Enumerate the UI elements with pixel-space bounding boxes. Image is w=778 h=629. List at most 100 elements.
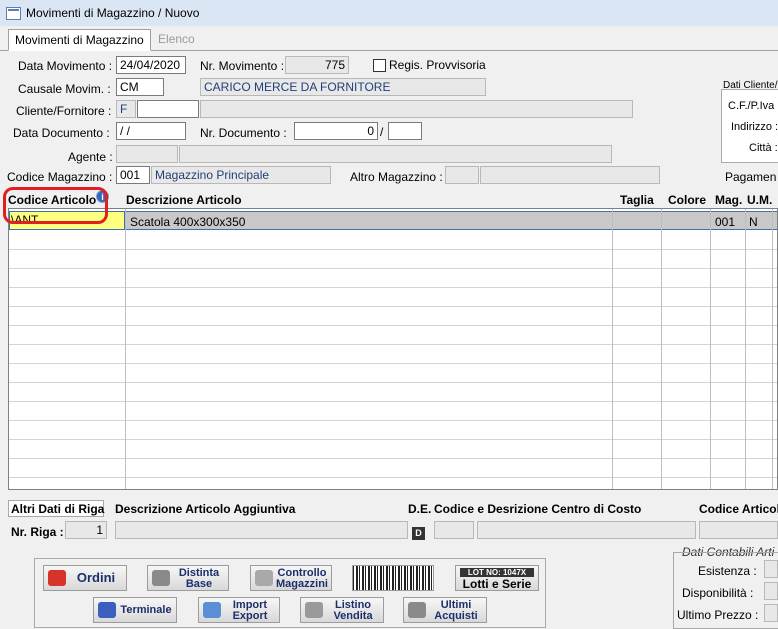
nr-movimento-label: Nr. Movimento : <box>200 59 285 73</box>
altro-magazzino-desc-field <box>480 166 660 184</box>
d-button[interactable]: D <box>412 527 425 540</box>
cliente-type-field[interactable]: F <box>116 100 136 118</box>
agente-label: Agente : <box>68 150 113 164</box>
agente-code-field[interactable] <box>116 145 178 163</box>
highlight-annotation <box>3 187 108 224</box>
barcode-button[interactable] <box>352 565 434 591</box>
controllo-magazzini-button[interactable]: Controllo Magazzini <box>250 565 332 591</box>
pagamento-label: Pagamen <box>725 170 777 184</box>
centro-costo-desc-field <box>477 521 696 539</box>
col-divider <box>745 209 746 489</box>
cell-mag[interactable]: 001 <box>715 215 735 229</box>
ultimi-acquisti-button[interactable]: Ultimi Acquisti <box>403 597 487 623</box>
magazzino-desc-field: Magazzino Principale <box>151 166 331 184</box>
cell-descrizione[interactable]: Scatola 400x300x350 <box>130 215 245 229</box>
controllo-label: Controllo Magazzini <box>275 568 329 590</box>
gears-icon <box>152 570 170 586</box>
ultimi-label: Ultimi Acquisti <box>428 600 484 622</box>
nr-riga-field: 1 <box>65 521 107 539</box>
lotti-label: Lotti e Serie <box>462 577 532 591</box>
col-divider <box>772 209 773 489</box>
nr-riga-label: Nr. Riga : <box>11 525 64 539</box>
col-header-descrizione[interactable]: Descrizione Articolo <box>126 193 242 207</box>
codice-magazzino-field[interactable]: 001 <box>116 166 150 184</box>
regis-provvisoria-checkbox[interactable] <box>373 59 386 72</box>
listino-label: Listino Vendita <box>325 600 381 622</box>
ultimo-prezzo-label: Ultimo Prezzo : <box>677 608 759 622</box>
ultimo-prezzo-field <box>764 604 778 622</box>
col-divider <box>661 209 662 489</box>
listino-vendita-button[interactable]: Listino Vendita <box>300 597 384 623</box>
col-header-um[interactable]: U.M. <box>747 193 772 207</box>
tab-movimenti[interactable]: Movimenti di Magazzino <box>8 29 151 51</box>
de-label: D.E. <box>408 502 432 516</box>
esistenza-field <box>764 560 778 578</box>
indirizzo-label: Indirizzo : <box>731 121 778 133</box>
causale-label: Causale Movim. : <box>18 82 111 96</box>
col-header-mag[interactable]: Mag. <box>715 193 742 207</box>
distinta-base-label: Distinta Base <box>172 568 226 590</box>
agente-name-field <box>179 145 612 163</box>
terminal-icon <box>98 602 116 618</box>
disponibilita-field <box>764 582 778 600</box>
cliente-code-field[interactable] <box>137 100 199 118</box>
lot-tag: LOT NO: 1047X <box>460 568 534 577</box>
nr-documento-separator: / <box>380 125 384 139</box>
cliente-name-field <box>200 100 633 118</box>
codice-magazzino-label: Codice Magazzino : <box>7 170 113 184</box>
cliente-fornitore-label: Cliente/Fornitore : <box>16 104 112 118</box>
causale-desc-field: CARICO MERCE DA FORNITORE <box>200 78 486 96</box>
codice-articolo-footer-field[interactable] <box>699 521 778 539</box>
distinta-base-button[interactable]: Distinta Base <box>147 565 229 591</box>
import-label-2: Export <box>232 610 268 622</box>
data-documento-field[interactable]: / / <box>116 122 186 140</box>
causale-code-field[interactable]: CM <box>116 78 164 96</box>
desc-aggiuntiva-field[interactable] <box>115 521 408 539</box>
hand-icon <box>305 602 323 618</box>
ordini-button[interactable]: Ordini <box>43 565 127 591</box>
citta-label: Città : <box>749 142 778 154</box>
altro-magazzino-label: Altro Magazzino : <box>350 170 443 184</box>
col-header-taglia[interactable]: Taglia <box>620 193 654 207</box>
desc-aggiuntiva-label: Descrizione Articolo Aggiuntiva <box>115 502 296 516</box>
toolbar-panel: Ordini Distinta Base Controllo Magazzini L… <box>34 558 546 628</box>
centro-costo-code-field[interactable] <box>434 521 474 539</box>
altro-magazzino-code-field[interactable] <box>445 166 479 184</box>
title-bar: Movimenti di Magazzino / Nuovo <box>0 0 778 27</box>
col-divider <box>612 209 613 489</box>
nr-movimento-field: 775 <box>285 56 349 74</box>
ordini-label: Ordini <box>76 570 116 585</box>
sync-icon <box>203 602 221 618</box>
data-movimento-field[interactable]: 24/04/2020 <box>116 56 186 74</box>
nr-documento-field[interactable]: 0 <box>294 122 378 140</box>
cell-um[interactable]: N <box>749 215 758 229</box>
tab-strip: Movimenti di Magazzino Elenco <box>0 26 778 51</box>
col-divider <box>710 209 711 489</box>
col-header-colore[interactable]: Colore <box>668 193 706 207</box>
nr-documento-label: Nr. Documento : <box>200 126 287 140</box>
data-documento-label: Data Documento : <box>13 126 110 140</box>
listino-label-2: Vendita <box>333 610 373 622</box>
regis-provvisoria-label: Regis. Provvisoria <box>389 58 486 72</box>
centro-costo-label: Codice e Desrizione Centro di Costo <box>434 502 642 516</box>
disponibilita-label: Disponibilità : <box>682 586 754 600</box>
articoli-grid[interactable]: Scatola 400x300x350 001 N \ANT <box>8 208 778 490</box>
window-title: Movimenti di Magazzino / Nuovo <box>26 6 200 20</box>
tab-elenco[interactable]: Elenco <box>152 29 201 49</box>
altri-dati-tab[interactable]: Altri Dati di Riga <box>8 500 104 517</box>
altri-dati-label: Altri Dati di Riga <box>11 502 105 516</box>
lotti-serie-button[interactable]: LOT NO: 1047X Lotti e Serie <box>455 565 539 591</box>
cf-piva-label: C.F./P.Iva : <box>728 100 778 112</box>
esistenza-label: Esistenza : <box>698 564 757 578</box>
codice-articolo-footer-label: Codice Articol <box>699 502 778 516</box>
controllo-label-2: Magazzini <box>276 578 328 590</box>
phone-icon <box>48 570 66 586</box>
import-label: Import Export <box>223 600 277 622</box>
nr-documento-suffix-field[interactable] <box>388 122 422 140</box>
col-divider <box>125 209 126 489</box>
import-export-button[interactable]: Import Export <box>198 597 280 623</box>
distinta-label-2: Base <box>185 578 213 590</box>
window-icon <box>6 7 21 20</box>
terminale-button[interactable]: Terminale <box>93 597 177 623</box>
terminale-label: Terminale <box>120 604 172 616</box>
